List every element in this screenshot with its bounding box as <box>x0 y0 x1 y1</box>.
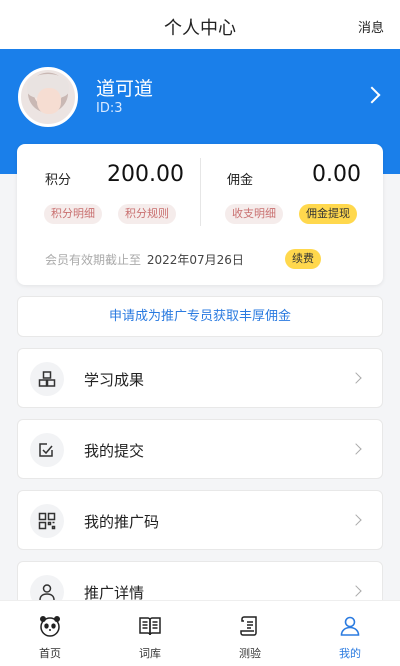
withdraw-button[interactable]: 佣金提现 <box>299 204 357 224</box>
menu-item-label: 我的提交 <box>84 442 145 460</box>
messages-button[interactable]: 消息 <box>358 17 384 36</box>
divider <box>200 158 201 226</box>
points-value: 200.00 <box>107 162 184 187</box>
chevron-right-icon <box>350 372 362 384</box>
commission-value: 0.00 <box>312 162 361 187</box>
tab-quiz[interactable]: 测验 <box>200 601 300 666</box>
income-detail-button[interactable]: 收支明细 <box>225 204 283 224</box>
points-detail-button[interactable]: 积分明细 <box>44 204 102 224</box>
tab-label: 词库 <box>139 647 161 660</box>
chevron-right-icon <box>350 585 362 597</box>
membership-text: 会员有效期截止至 <box>45 253 142 267</box>
tab-label: 测验 <box>239 647 261 660</box>
points-label: 积分 <box>45 173 72 188</box>
tab-label: 我的 <box>339 647 361 660</box>
menu-item-learning-results[interactable]: 学习成果 <box>17 348 383 408</box>
tab-mine[interactable]: 我的 <box>300 601 400 666</box>
avatar-face <box>37 88 61 114</box>
membership-date: 2022年07月26日 <box>146 253 244 267</box>
qr-code-icon <box>30 504 64 538</box>
commission-label: 佣金 <box>227 173 254 188</box>
page-title: 个人中心 <box>164 18 236 39</box>
scroll-icon <box>240 616 257 636</box>
top-bar: 个人中心 消息 <box>0 0 400 49</box>
menu-item-my-submissions[interactable]: 我的提交 <box>17 419 383 479</box>
stats-card: 积分 200.00 积分明细 积分规则 佣金 0.00 收支明细 佣金提现 会员… <box>17 144 383 285</box>
blocks-icon <box>30 362 64 396</box>
menu-item-my-promo-code[interactable]: 我的推广码 <box>17 490 383 550</box>
tab-vocabulary[interactable]: 词库 <box>100 601 200 666</box>
book-icon <box>139 617 161 636</box>
tab-home[interactable]: 首页 <box>0 601 100 666</box>
person-icon <box>340 616 360 636</box>
panda-icon <box>40 616 60 637</box>
user-id: ID:3 <box>96 101 123 116</box>
promoter-apply-button[interactable]: 申请成为推广专员获取丰厚佣金 <box>17 296 383 337</box>
tab-label: 首页 <box>39 647 61 660</box>
chevron-right-icon <box>350 514 362 526</box>
edit-check-icon <box>30 433 64 467</box>
chevron-right-icon[interactable] <box>363 86 381 104</box>
avatar[interactable] <box>18 67 78 127</box>
chevron-right-icon <box>350 443 362 455</box>
username: 道可道 <box>96 78 154 100</box>
menu-item-label: 我的推广码 <box>84 513 160 531</box>
renew-button[interactable]: 续费 <box>285 249 321 269</box>
membership-expiry: 会员有效期截止至 2022年07月26日 <box>45 251 244 268</box>
points-rules-button[interactable]: 积分规则 <box>118 204 176 224</box>
menu-item-label: 学习成果 <box>84 371 145 389</box>
bottom-tab-bar: 首页 词库 测验 我的 <box>0 600 400 666</box>
